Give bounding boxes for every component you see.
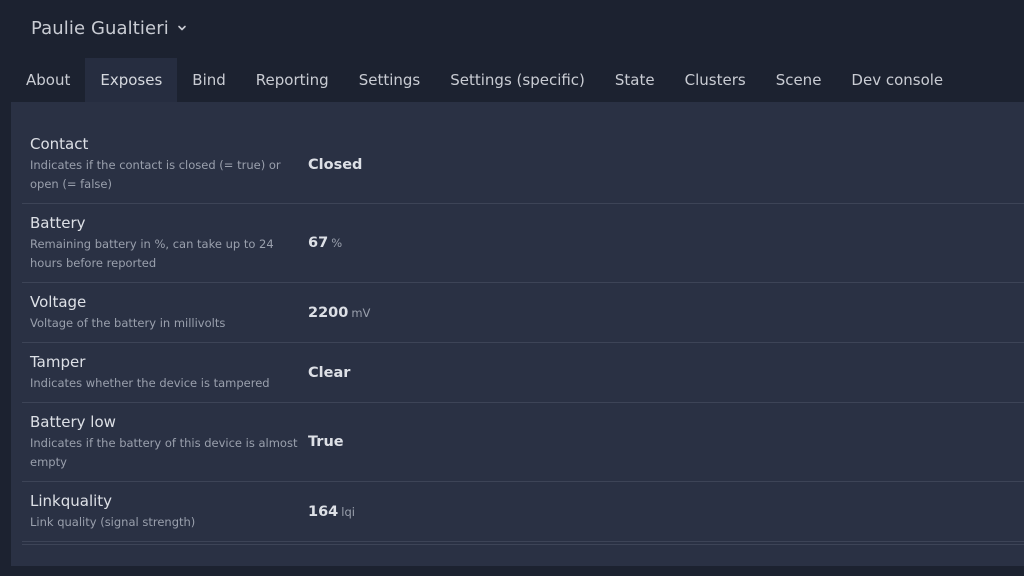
list-divider	[22, 542, 1024, 545]
expose-row-voltage: Voltage Voltage of the battery in milliv…	[22, 283, 1024, 343]
expose-value: 67%	[308, 235, 343, 251]
tab-clusters[interactable]: Clusters	[670, 58, 761, 102]
tab-settings-specific[interactable]: Settings (specific)	[435, 58, 600, 102]
tab-scene[interactable]: Scene	[761, 58, 837, 102]
expose-description: Indicates whether the device is tampered	[30, 375, 270, 390]
tab-bar: About Exposes Bind Reporting Settings Se…	[11, 58, 958, 102]
tab-settings[interactable]: Settings	[344, 58, 436, 102]
tab-bind[interactable]: Bind	[177, 58, 241, 102]
chevron-down-icon	[177, 23, 187, 33]
expose-description: Voltage of the battery in millivolts	[30, 315, 226, 330]
expose-title: Tamper	[30, 352, 86, 371]
expose-value: 2200 mV	[308, 304, 371, 321]
tab-exposes[interactable]: Exposes	[85, 58, 178, 102]
expose-value: Clear	[308, 364, 351, 381]
tab-dev-console[interactable]: Dev console	[836, 58, 958, 102]
device-name: Paulie Gualtieri	[31, 17, 169, 39]
expose-unit: %	[331, 236, 343, 250]
expose-row-battery-low: Battery low Indicates if the battery of …	[22, 403, 1024, 482]
expose-value: Closed	[308, 156, 363, 173]
device-selector[interactable]: Paulie Gualtieri	[31, 14, 187, 42]
expose-row-linkquality: Linkquality Link quality (signal strengt…	[22, 482, 1024, 542]
expose-title: Contact	[30, 135, 89, 153]
expose-description: Indicates if the contact is closed (= tr…	[30, 158, 281, 191]
tab-reporting[interactable]: Reporting	[241, 58, 344, 102]
expose-description: Remaining battery in %, can take up to 2…	[30, 236, 274, 270]
expose-title: Linkquality	[30, 491, 113, 510]
expose-title: Voltage	[30, 292, 87, 311]
expose-value: 164 lqi	[308, 503, 355, 520]
exposes-list: Contact Indicates if the contact is clos…	[22, 126, 1024, 545]
expose-title: Battery low	[30, 412, 116, 431]
expose-description: Indicates if the battery of this device …	[30, 435, 298, 469]
expose-title: Battery	[30, 213, 86, 232]
tab-state[interactable]: State	[600, 58, 670, 102]
expose-row-contact: Contact Indicates if the contact is clos…	[22, 126, 1024, 204]
tab-about[interactable]: About	[11, 58, 85, 102]
expose-row-tamper: Tamper Indicates whether the device is t…	[22, 343, 1024, 403]
expose-unit: mV	[351, 305, 371, 320]
expose-unit: lqi	[341, 504, 355, 519]
expose-description: Link quality (signal strength)	[30, 514, 196, 529]
expose-value: True	[308, 434, 344, 450]
exposes-panel: Contact Indicates if the contact is clos…	[11, 102, 1024, 566]
expose-row-battery: Battery Remaining battery in %, can take…	[22, 204, 1024, 283]
